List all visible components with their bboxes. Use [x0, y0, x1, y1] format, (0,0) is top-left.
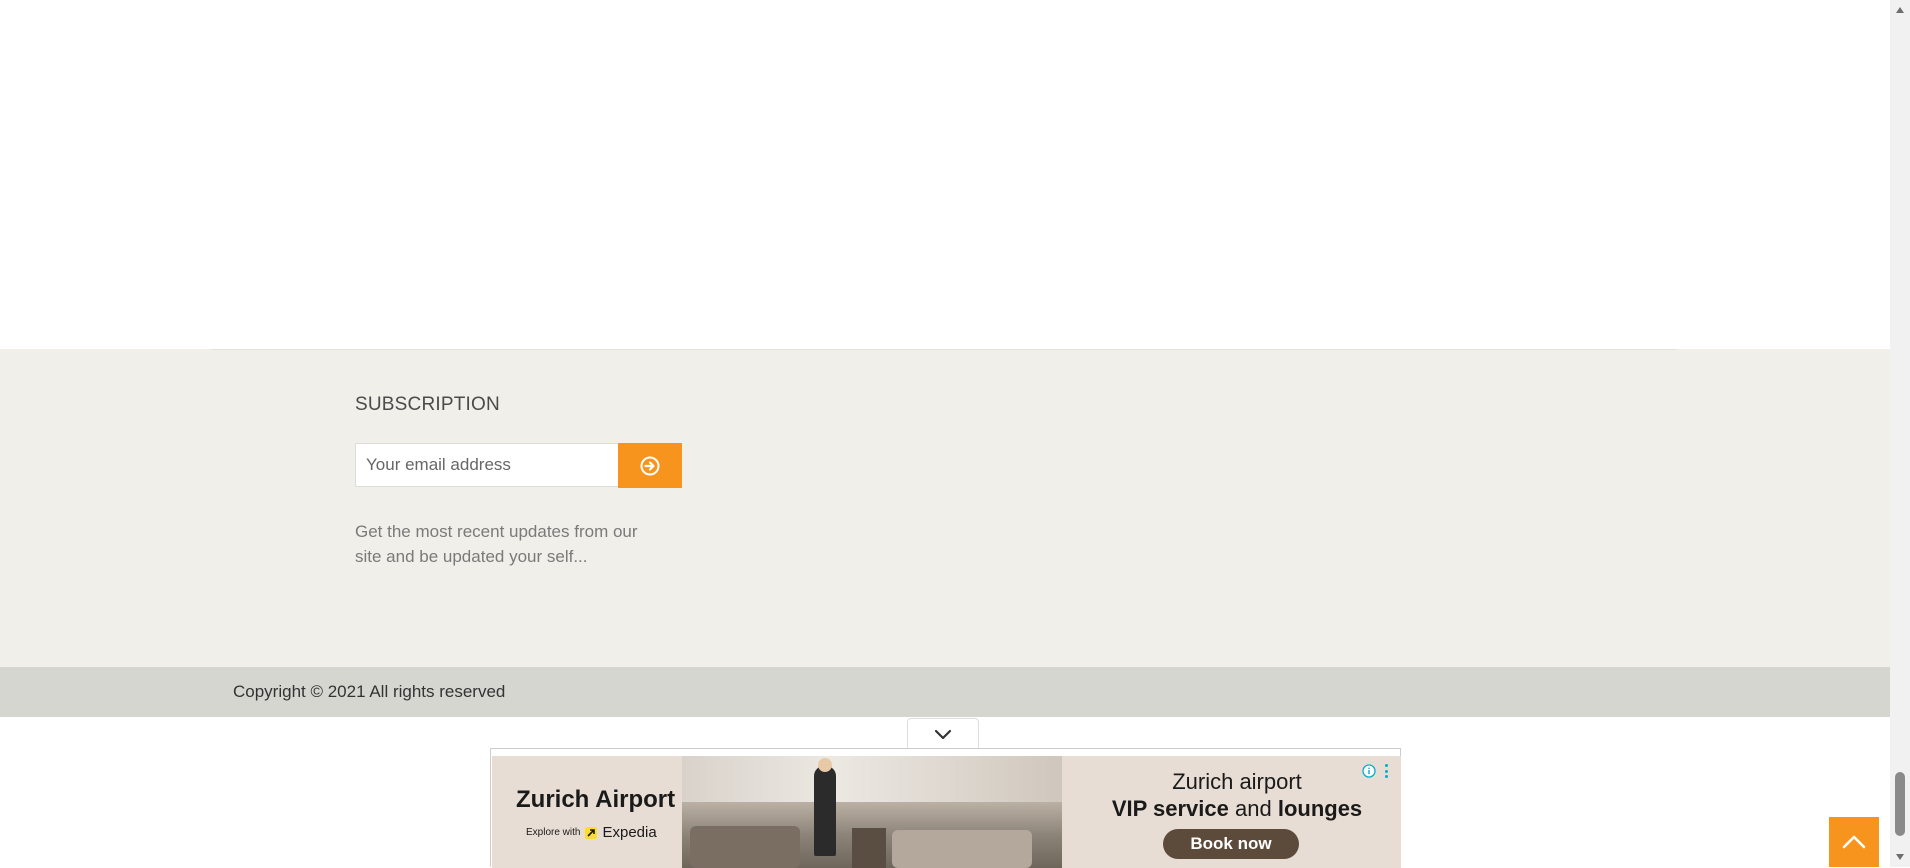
back-to-top-button[interactable] — [1829, 817, 1879, 867]
ad-collapse-toggle[interactable] — [907, 718, 979, 750]
vertical-scrollbar[interactable] — [1890, 0, 1910, 867]
chevron-down-icon — [934, 729, 952, 739]
ad-headline-bold2: lounges — [1277, 796, 1363, 821]
scrollbar-thumb[interactable] — [1895, 772, 1905, 836]
ad-headline-and: and — [1234, 796, 1272, 821]
ad-brand-title: Zurich Airport — [516, 786, 676, 813]
subscribe-button[interactable] — [618, 443, 682, 488]
subscription-description: Get the most recent updates from our sit… — [355, 522, 638, 566]
copyright-text: Copyright © 2021 All rights reserved — [233, 682, 506, 701]
scroll-down-arrow-icon[interactable] — [1890, 847, 1910, 867]
footer-main — [0, 349, 1890, 667]
ad-book-now-button[interactable]: Book now — [1163, 829, 1299, 859]
ad-explore-with: Explore with Expedia — [526, 824, 657, 841]
footer-divider — [212, 349, 1676, 350]
expedia-logo-icon — [585, 826, 598, 839]
ad-creative[interactable]: Zurich Airport Explore with Expedia Zuri… — [492, 756, 1401, 868]
more-vertical-icon[interactable] — [1382, 762, 1390, 780]
ad-banner[interactable]: Zurich Airport Explore with Expedia Zuri… — [490, 748, 1401, 868]
subscription-title: SUBSCRIPTION — [355, 394, 500, 415]
ad-headline-bold1: VIP service — [1111, 796, 1229, 821]
ad-headline-line2: VIP service and lounges — [1082, 796, 1392, 822]
info-icon[interactable] — [1362, 764, 1376, 778]
email-input[interactable] — [355, 443, 619, 487]
ad-headline-line1: Zurich airport — [1172, 769, 1302, 794]
ad-lounge-image — [682, 756, 1062, 868]
ad-expedia-label: Expedia — [602, 824, 657, 841]
arrow-circle-right-icon — [640, 456, 660, 475]
chevron-up-icon — [1842, 835, 1866, 849]
scroll-up-arrow-icon[interactable] — [1890, 0, 1910, 20]
ad-explore-label: Explore with — [526, 827, 581, 838]
